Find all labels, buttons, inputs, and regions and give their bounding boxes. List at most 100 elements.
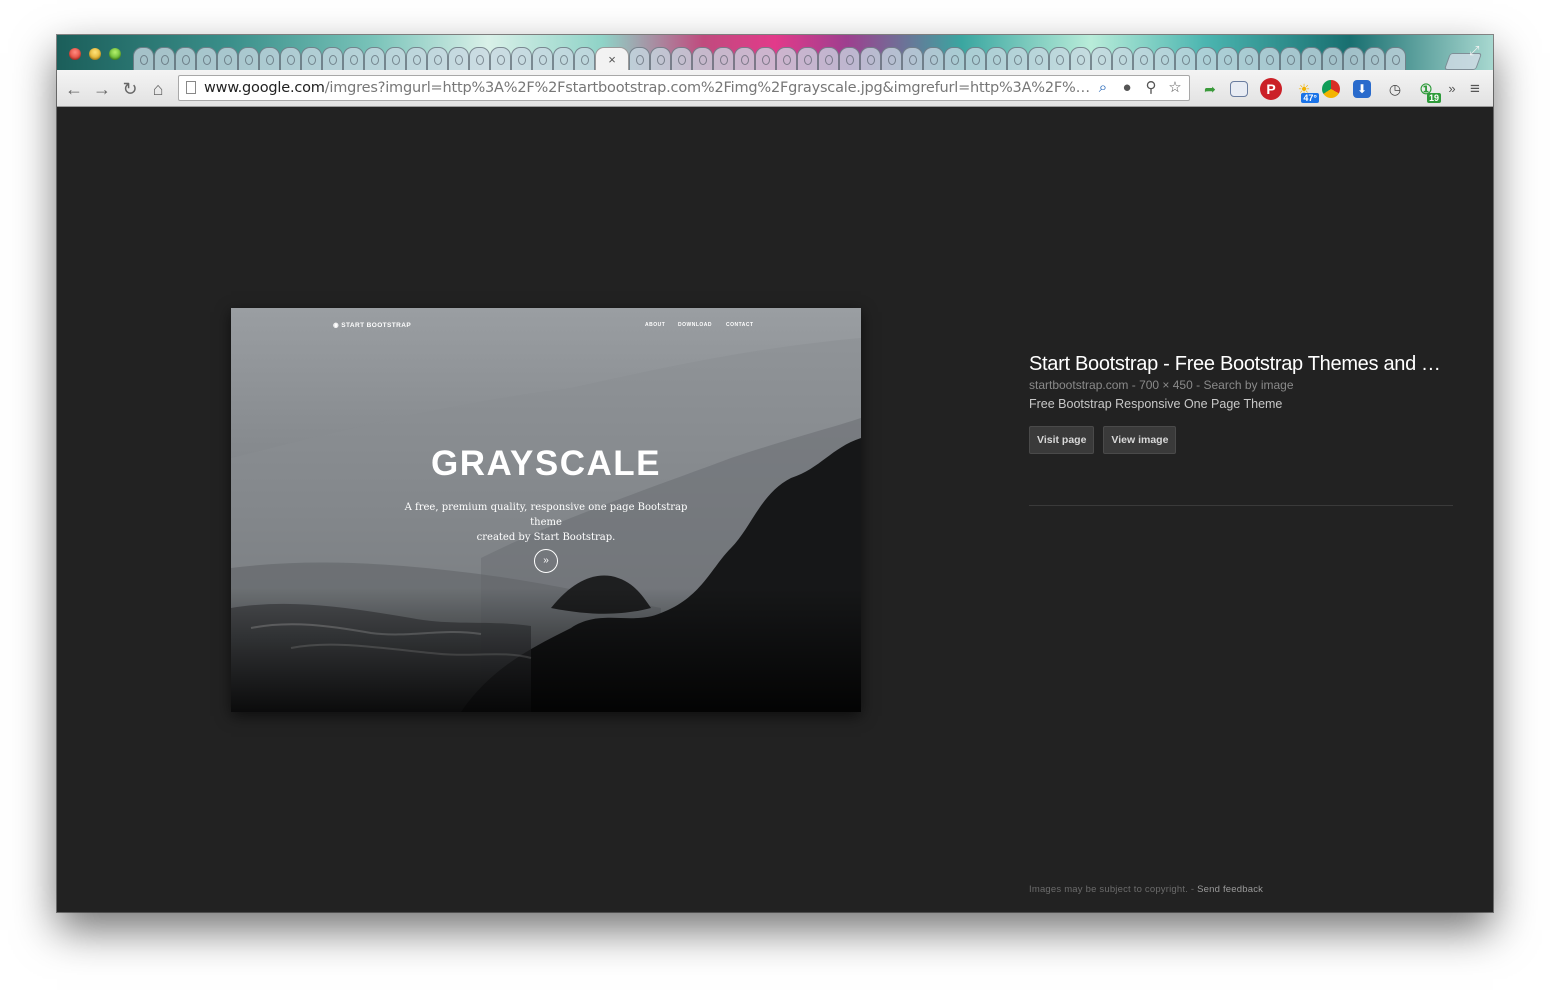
bookmark-star-icon[interactable]: ☆ [1165, 78, 1185, 98]
fullscreen-icon[interactable]: ⤢ [1469, 43, 1479, 59]
browser-tab[interactable] [734, 47, 755, 70]
browser-tab[interactable] [1343, 47, 1364, 70]
clock-icon[interactable]: ◷ [1384, 78, 1406, 100]
action-buttons: Visit page View image [1029, 426, 1453, 454]
browser-tab[interactable] [1133, 47, 1154, 70]
browser-tab[interactable] [713, 47, 734, 70]
reload-button[interactable]: ↻ [119, 78, 141, 100]
browser-tab[interactable] [1259, 47, 1280, 70]
address-bar[interactable]: www.google.com/imgres?imgurl=http%3A%2F%… [178, 75, 1190, 101]
browser-tab[interactable] [532, 47, 553, 70]
info-divider [1029, 505, 1453, 506]
window-extension-icon[interactable] [1230, 81, 1248, 97]
visit-page-button[interactable]: Visit page [1029, 426, 1095, 454]
green-extension-icon[interactable]: ① 19 [1415, 78, 1441, 103]
browser-tab[interactable] [406, 47, 427, 70]
browser-tab[interactable] [133, 47, 154, 70]
weather-extension-icon[interactable]: ☀ 47° [1293, 78, 1319, 103]
chrome-extension-icon[interactable] [1322, 80, 1340, 98]
browser-tab[interactable] [965, 47, 986, 70]
preview-subtitle: A free, premium quality, responsive one … [391, 500, 701, 545]
browser-tab[interactable] [175, 47, 196, 70]
browser-tab[interactable] [1301, 47, 1322, 70]
browser-tab[interactable] [1364, 47, 1385, 70]
browser-tab[interactable] [1217, 47, 1238, 70]
browser-tab[interactable] [574, 47, 595, 70]
close-tab-icon[interactable]: × [608, 52, 616, 67]
browser-tab[interactable] [553, 47, 574, 70]
browser-tab[interactable] [1049, 47, 1070, 70]
forward-button[interactable]: → [91, 78, 113, 100]
browser-tab[interactable] [650, 47, 671, 70]
browser-tab[interactable] [1175, 47, 1196, 70]
browser-tab[interactable] [469, 47, 490, 70]
browser-tab[interactable] [343, 47, 364, 70]
image-domain[interactable]: startbootstrap.com [1029, 378, 1128, 392]
arrow-right-icon: → [93, 79, 111, 99]
browser-tab[interactable] [881, 47, 902, 70]
meta-separator: - [1131, 378, 1140, 392]
browser-tab[interactable] [839, 47, 860, 70]
share-extension-icon[interactable]: ➦ [1199, 78, 1221, 100]
browser-tab[interactable] [154, 47, 175, 70]
lightbulb-icon[interactable]: ● [1117, 78, 1137, 98]
browser-tab[interactable] [1280, 47, 1301, 70]
image-title[interactable]: Start Bootstrap - Free Bootstrap Themes … [1029, 353, 1449, 376]
browser-tab[interactable] [1091, 47, 1112, 70]
menu-icon[interactable]: ≡ [1464, 78, 1486, 100]
browser-tab[interactable] [1070, 47, 1091, 70]
view-image-button[interactable]: View image [1103, 426, 1177, 454]
download-icon[interactable]: ⬇ [1353, 80, 1371, 98]
browser-tab[interactable] [511, 47, 532, 70]
browser-tab[interactable] [1028, 47, 1049, 70]
browser-tab[interactable] [259, 47, 280, 70]
zoom-icon[interactable]: ⚲ [1141, 78, 1161, 98]
browser-tab[interactable] [238, 47, 259, 70]
footer: Images may be subject to copyright. - Se… [1029, 884, 1263, 895]
browser-tab[interactable] [280, 47, 301, 70]
browser-tab[interactable] [490, 47, 511, 70]
browser-tab[interactable] [1238, 47, 1259, 70]
browser-tab[interactable] [1007, 47, 1028, 70]
home-button[interactable]: ⌂ [147, 78, 169, 100]
browser-tab[interactable] [301, 47, 322, 70]
browser-tab[interactable] [1154, 47, 1175, 70]
browser-tab[interactable] [1196, 47, 1217, 70]
reload-icon: ↻ [122, 79, 138, 99]
browser-tab[interactable] [755, 47, 776, 70]
browser-tab[interactable] [860, 47, 881, 70]
active-tab[interactable]: × [595, 47, 629, 70]
browser-tab[interactable] [902, 47, 923, 70]
send-feedback-link[interactable]: Send feedback [1197, 884, 1263, 895]
preview-subtitle-line1: A free, premium quality, responsive one … [404, 502, 688, 528]
extensions-overflow-button[interactable]: » [1441, 78, 1463, 100]
minimize-window-button[interactable] [89, 48, 101, 60]
browser-tab[interactable] [1322, 47, 1343, 70]
browser-tab[interactable] [671, 47, 692, 70]
browser-tab[interactable] [923, 47, 944, 70]
browser-tab[interactable] [364, 47, 385, 70]
search-by-image-icon[interactable]: ⌕ [1093, 78, 1113, 98]
browser-tab[interactable] [629, 47, 650, 70]
image-preview[interactable]: ◉ START BOOTSTRAP ABOUT DOWNLOAD CONTACT… [231, 308, 861, 712]
search-by-image-link[interactable]: Search by image [1203, 378, 1293, 392]
browser-tab[interactable] [797, 47, 818, 70]
browser-tab[interactable] [322, 47, 343, 70]
browser-tab[interactable] [944, 47, 965, 70]
browser-tab[interactable] [196, 47, 217, 70]
pinterest-icon[interactable]: P [1260, 78, 1282, 100]
browser-tab[interactable] [1385, 47, 1406, 70]
close-window-button[interactable] [69, 48, 81, 60]
browser-tab[interactable] [1112, 47, 1133, 70]
zoom-window-button[interactable] [109, 48, 121, 60]
browser-tab[interactable] [776, 47, 797, 70]
url-text[interactable]: www.google.com/imgres?imgurl=http%3A%2F%… [204, 80, 1099, 96]
browser-tab[interactable] [385, 47, 406, 70]
back-button[interactable]: ← [63, 78, 85, 100]
browser-tab[interactable] [427, 47, 448, 70]
browser-tab[interactable] [818, 47, 839, 70]
browser-tab[interactable] [692, 47, 713, 70]
browser-tab[interactable] [986, 47, 1007, 70]
browser-tab[interactable] [217, 47, 238, 70]
browser-tab[interactable] [448, 47, 469, 70]
